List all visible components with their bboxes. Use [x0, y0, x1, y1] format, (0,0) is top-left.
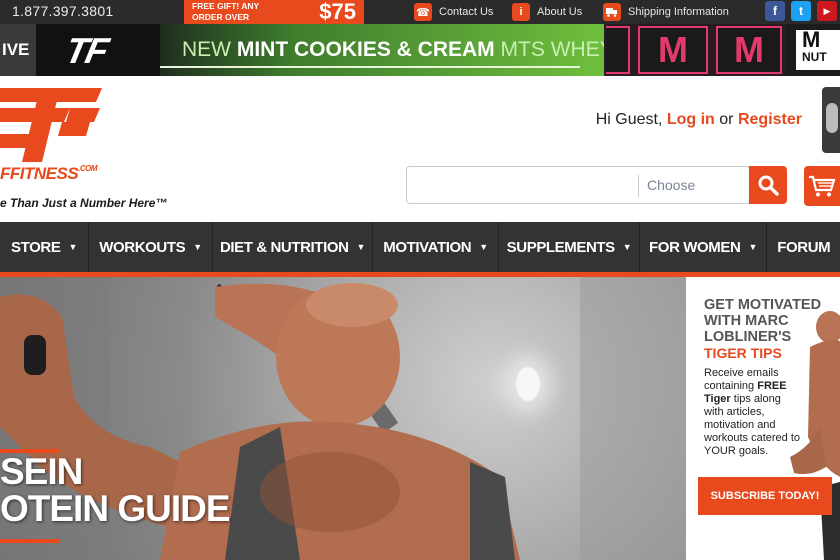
hero-slide[interactable]: SEIN OTEIN GUIDE: [0, 277, 686, 560]
caret-down-icon: ▼: [479, 242, 488, 252]
mint-prefix: NEW: [182, 38, 231, 61]
nav-item-store[interactable]: STORE ▼: [0, 222, 89, 272]
nav-label: SUPPLEMENTS: [506, 238, 616, 256]
hero-title-line2: OTEIN GUIDE: [0, 488, 231, 529]
mint-banner-text: NEW MINT COOKIES & CREAM MTS WHEY: [182, 38, 614, 62]
about-us-link[interactable]: i About Us: [512, 2, 582, 22]
promo-highlight: TIGER TIPS: [704, 345, 782, 361]
free-gift-promo[interactable]: FREE GIFT! ANY ORDER OVER $75: [184, 0, 364, 24]
main-nav: STORE ▼ WORKOUTS ▼ DIET & NUTRITION ▼ MOTIV…: [0, 222, 840, 272]
caret-down-icon: ▼: [193, 242, 202, 252]
nav-item-forum[interactable]: FORUM▼: [767, 222, 840, 272]
product-tub: M: [716, 26, 782, 74]
promo-body: Receive emails containing FREE Tiger tip…: [704, 367, 800, 458]
caret-down-icon: ▼: [748, 242, 757, 252]
contact-us-label: Contact Us: [439, 6, 494, 18]
caret-down-icon: ▼: [356, 242, 366, 252]
search-button[interactable]: [749, 166, 787, 204]
search-icon: [758, 175, 779, 196]
register-link[interactable]: Register: [738, 111, 802, 128]
shipping-information-label: Shipping Information: [628, 6, 729, 18]
hero-title-line1: SEIN: [0, 451, 83, 492]
caret-down-icon: ▼: [622, 242, 632, 252]
subscribe-button[interactable]: SUBSCRIBE TODAY!: [698, 477, 832, 515]
search-bar: Choose: [406, 166, 750, 204]
brand-wordmark[interactable]: FFITNESS.COM: [0, 164, 98, 184]
promo-amount: $75: [319, 0, 356, 24]
brand-badge-top: M: [802, 27, 821, 52]
login-link[interactable]: Log in: [667, 111, 715, 128]
greeting-or: or: [719, 111, 734, 128]
guest-greeting: Hi Guest, Log in or Register: [596, 111, 802, 129]
nav-item-for-women[interactable]: FOR WOMEN ▼: [640, 222, 767, 272]
promo-body-free: FREE: [757, 380, 787, 392]
product-tub-partial: [606, 26, 630, 74]
promo-banner[interactable]: IVE TF NEW MINT COOKIES & CREAM MTS WHEY…: [0, 24, 840, 76]
mint-cookies-banner[interactable]: NEW MINT COOKIES & CREAM MTS WHEY: [160, 24, 614, 76]
greeting-text: Hi Guest,: [595, 111, 663, 128]
cart-icon: [809, 175, 836, 197]
twitter-icon[interactable]: t: [791, 1, 811, 21]
search-divider: [638, 175, 639, 197]
contact-us-link[interactable]: ☎ Contact Us: [414, 2, 493, 22]
nav-label: WORKOUTS: [99, 238, 186, 256]
nav-label: DIET & NUTRITION: [219, 238, 349, 256]
nav-label: FORUM: [777, 238, 831, 256]
hero-accent-bar: [0, 449, 60, 453]
cart-button[interactable]: [804, 166, 840, 206]
nav-label: MOTIVATION: [383, 238, 472, 256]
side-photo-tab[interactable]: [822, 87, 840, 153]
facebook-icon[interactable]: f: [765, 1, 785, 21]
mint-underline: [160, 66, 580, 68]
nav-item-workouts[interactable]: WORKOUTS ▼: [89, 222, 213, 272]
brand-word: FFITNESS: [0, 164, 79, 183]
youtube-icon[interactable]: ▶: [817, 1, 837, 21]
caret-down-icon: ▼: [68, 242, 77, 252]
live-label: IVE: [0, 24, 36, 76]
product-tub: M: [638, 26, 708, 74]
brand-badge-bottom: NUT: [802, 50, 827, 64]
nav-item-motivation[interactable]: MOTIVATION ▼: [373, 222, 499, 272]
tf-logo-mark[interactable]: [0, 86, 104, 164]
promo-label: FREE GIFT! ANY ORDER OVER: [192, 1, 260, 22]
tiger-tips-promo: GET MOTIVATED WITH MARC LOBLINER'S TIGER…: [686, 277, 840, 560]
phone-icon: ☎: [414, 3, 432, 21]
category-select[interactable]: Choose: [647, 177, 695, 193]
mint-main: MINT COOKIES & CREAM: [236, 38, 495, 61]
nav-label: STORE: [11, 238, 61, 256]
top-utility-bar: 1.877.397.3801 FREE GIFT! ANY ORDER OVER…: [0, 0, 840, 24]
brand-suffix: .COM: [78, 164, 98, 173]
promo-body-tiger: Tiger: [704, 393, 731, 405]
truck-icon: [603, 3, 621, 21]
product-tubs: M M: [604, 24, 786, 76]
about-us-label: About Us: [537, 6, 583, 18]
brand-badge: M NUT: [796, 27, 840, 70]
nav-item-diet-nutrition[interactable]: DIET & NUTRITION ▼: [213, 222, 373, 272]
hero-title: SEIN OTEIN GUIDE: [0, 451, 231, 529]
info-icon: i: [512, 3, 530, 21]
hero-accent-bar: [0, 539, 60, 543]
mint-suffix: MTS WHEY: [500, 38, 614, 61]
tagline: e Than Just a Number Here™: [0, 196, 168, 210]
nav-item-supplements[interactable]: SUPPLEMENTS ▼: [499, 222, 640, 272]
phone-number[interactable]: 1.877.397.3801: [12, 3, 114, 19]
nav-label: FOR WOMEN: [649, 238, 741, 256]
shipping-information-link[interactable]: Shipping Information: [603, 2, 729, 22]
search-input[interactable]: [407, 167, 639, 203]
bodybuilder-image: [790, 311, 840, 560]
